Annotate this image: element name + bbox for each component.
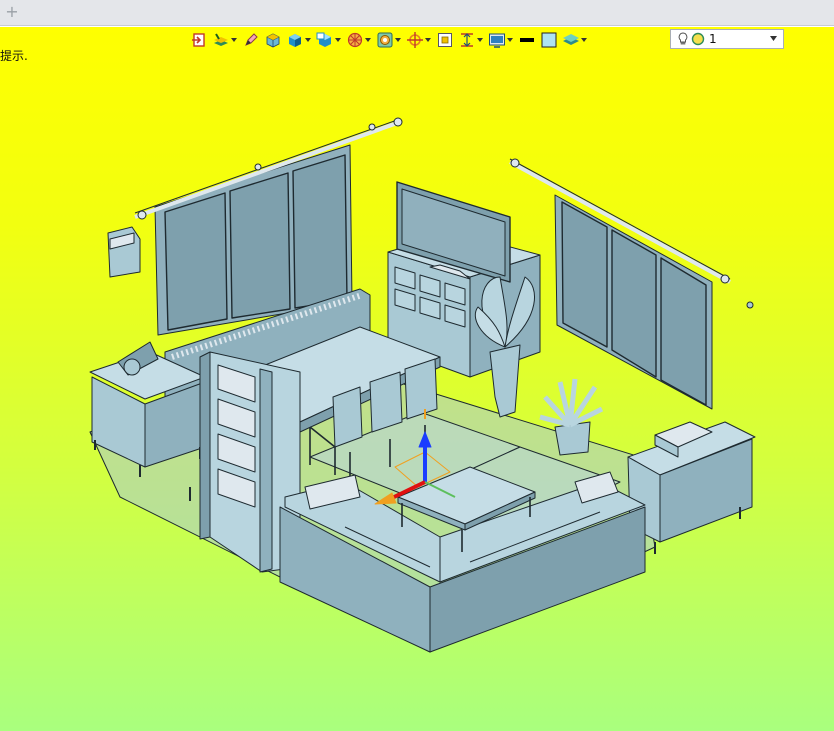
right-window [509,158,754,410]
new-tab-button[interactable]: + [4,3,20,21]
3d-viewport[interactable]: 提示. 1 [0,27,834,731]
tab-bar: + [0,0,834,26]
wall-cabinet [107,226,141,278]
living-room-model[interactable] [0,27,834,731]
sideboard [627,421,756,554]
